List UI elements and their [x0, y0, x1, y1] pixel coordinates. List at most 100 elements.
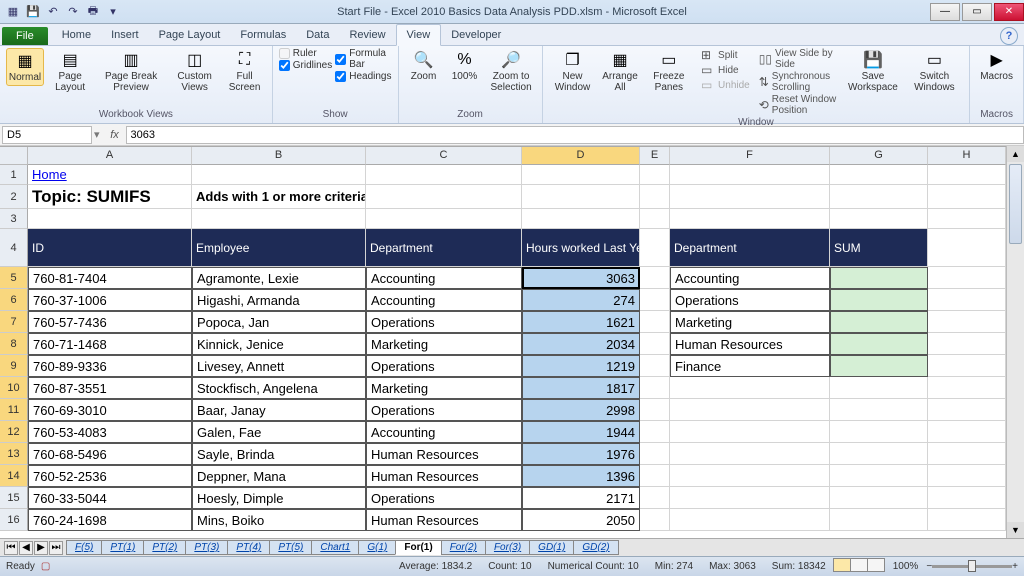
cell[interactable]: 1396 [522, 465, 640, 487]
cell[interactable]: Marketing [670, 311, 830, 333]
cell[interactable] [640, 165, 670, 185]
row-header-15[interactable]: 15 [0, 487, 28, 509]
cell[interactable]: 760-52-2536 [28, 465, 192, 487]
cell[interactable]: Operations [366, 399, 522, 421]
cell[interactable] [928, 267, 1006, 289]
cell[interactable]: Marketing [366, 333, 522, 355]
cell[interactable] [670, 185, 830, 209]
cell[interactable] [670, 421, 830, 443]
cell[interactable]: Sayle, Brinda [192, 443, 366, 465]
col-header-c[interactable]: C [366, 147, 522, 165]
tab-home[interactable]: Home [52, 25, 101, 45]
cell[interactable]: 2171 [522, 487, 640, 509]
zoom-selection-button[interactable]: 🔎Zoom to Selection [487, 48, 536, 95]
cell[interactable]: 1817 [522, 377, 640, 399]
cell[interactable] [830, 421, 928, 443]
cell[interactable]: Stockfisch, Angelena [192, 377, 366, 399]
normal-view-button[interactable]: ▦Normal [6, 48, 44, 86]
save-icon[interactable]: 💾 [24, 3, 42, 21]
tab-data[interactable]: Data [296, 25, 339, 45]
new-window-button[interactable]: ❐New Window [549, 48, 597, 95]
page-layout-button[interactable]: ▤Page Layout [47, 48, 93, 95]
col-header-g[interactable]: G [830, 147, 928, 165]
sheet-tab[interactable]: PT(5) [269, 540, 312, 555]
sheet-first-icon[interactable]: ⏮ [4, 541, 18, 555]
cell[interactable] [366, 209, 522, 229]
cell[interactable]: Human Resources [670, 333, 830, 355]
cell[interactable]: Popoca, Jan [192, 311, 366, 333]
cell[interactable]: Agramonte, Lexie [192, 267, 366, 289]
cell[interactable] [640, 311, 670, 333]
cell[interactable]: Human Resources [366, 443, 522, 465]
row-header-3[interactable]: 3 [0, 209, 28, 229]
sheet-tab[interactable]: F(5) [66, 540, 102, 555]
sheet-tab[interactable]: For(2) [441, 540, 486, 555]
cell[interactable] [928, 185, 1006, 209]
cell[interactable]: Kinnick, Jenice [192, 333, 366, 355]
cell[interactable]: 1976 [522, 443, 640, 465]
row-header-6[interactable]: 6 [0, 289, 28, 311]
cell[interactable]: 1944 [522, 421, 640, 443]
cell[interactable] [640, 267, 670, 289]
zoom-button[interactable]: 🔍Zoom [405, 48, 443, 84]
cell[interactable]: 2050 [522, 509, 640, 531]
custom-views-button[interactable]: ◫Custom Views [169, 48, 220, 95]
row-header-5[interactable]: 5 [0, 267, 28, 289]
cell[interactable]: 760-33-5044 [28, 487, 192, 509]
cell[interactable] [928, 377, 1006, 399]
cell[interactable] [830, 209, 928, 229]
cell[interactable] [640, 185, 670, 209]
cell[interactable] [366, 185, 522, 209]
col-header-b[interactable]: B [192, 147, 366, 165]
maximize-button[interactable]: ▭ [962, 3, 992, 21]
cell[interactable] [670, 399, 830, 421]
cell[interactable] [670, 209, 830, 229]
cell[interactable]: 760-53-4083 [28, 421, 192, 443]
cell[interactable] [640, 289, 670, 311]
cell[interactable] [928, 229, 1006, 267]
hide-button[interactable]: ▭Hide [701, 63, 750, 77]
row-header-13[interactable]: 13 [0, 443, 28, 465]
fx-icon[interactable]: fx [106, 126, 124, 144]
cell[interactable] [522, 185, 640, 209]
sheet-tab[interactable]: G(1) [358, 540, 396, 555]
cell[interactable]: 760-37-1006 [28, 289, 192, 311]
row-header-4[interactable]: 4 [0, 229, 28, 267]
row-header-11[interactable]: 11 [0, 399, 28, 421]
zoom-level[interactable]: 100% [893, 561, 919, 572]
col-header-h[interactable]: H [928, 147, 1006, 165]
cell[interactable]: Baar, Janay [192, 399, 366, 421]
cell[interactable]: 760-69-3010 [28, 399, 192, 421]
scroll-thumb[interactable] [1009, 164, 1022, 244]
sheet-tab[interactable]: GD(1) [529, 540, 574, 555]
col-header-a[interactable]: A [28, 147, 192, 165]
cell[interactable] [830, 165, 928, 185]
cell[interactable] [928, 289, 1006, 311]
tab-developer[interactable]: Developer [441, 25, 511, 45]
cell[interactable] [928, 311, 1006, 333]
cell[interactable] [830, 355, 928, 377]
cell[interactable]: Accounting [670, 267, 830, 289]
spreadsheet-grid[interactable]: A B C D E F G H 1Home2Topic: SUMIFSAdds … [0, 146, 1006, 538]
row-header-9[interactable]: 9 [0, 355, 28, 377]
row-header-2[interactable]: 2 [0, 185, 28, 209]
formula-bar-checkbox[interactable]: Formula Bar [335, 48, 391, 70]
macro-record-icon[interactable]: ▢ [41, 561, 50, 572]
row-header-14[interactable]: 14 [0, 465, 28, 487]
vertical-scrollbar[interactable]: ▲ ▼ [1006, 146, 1024, 538]
cell[interactable] [28, 209, 192, 229]
arrange-all-button[interactable]: ▦Arrange All [599, 48, 640, 95]
cell[interactable]: Deppner, Mana [192, 465, 366, 487]
cell[interactable]: Marketing [366, 377, 522, 399]
cell[interactable] [928, 399, 1006, 421]
cell[interactable]: 760-87-3551 [28, 377, 192, 399]
cell[interactable]: 2998 [522, 399, 640, 421]
sheet-tab[interactable]: GD(2) [573, 540, 618, 555]
name-box-dropdown-icon[interactable]: ▾ [94, 128, 100, 141]
help-icon[interactable]: ? [1000, 27, 1018, 45]
cell[interactable]: Finance [670, 355, 830, 377]
sheet-tab[interactable]: Chart1 [311, 540, 359, 555]
sheet-tab[interactable]: For(3) [485, 540, 530, 555]
scroll-down-icon[interactable]: ▼ [1007, 522, 1024, 538]
redo-icon[interactable]: ↷ [64, 3, 82, 21]
